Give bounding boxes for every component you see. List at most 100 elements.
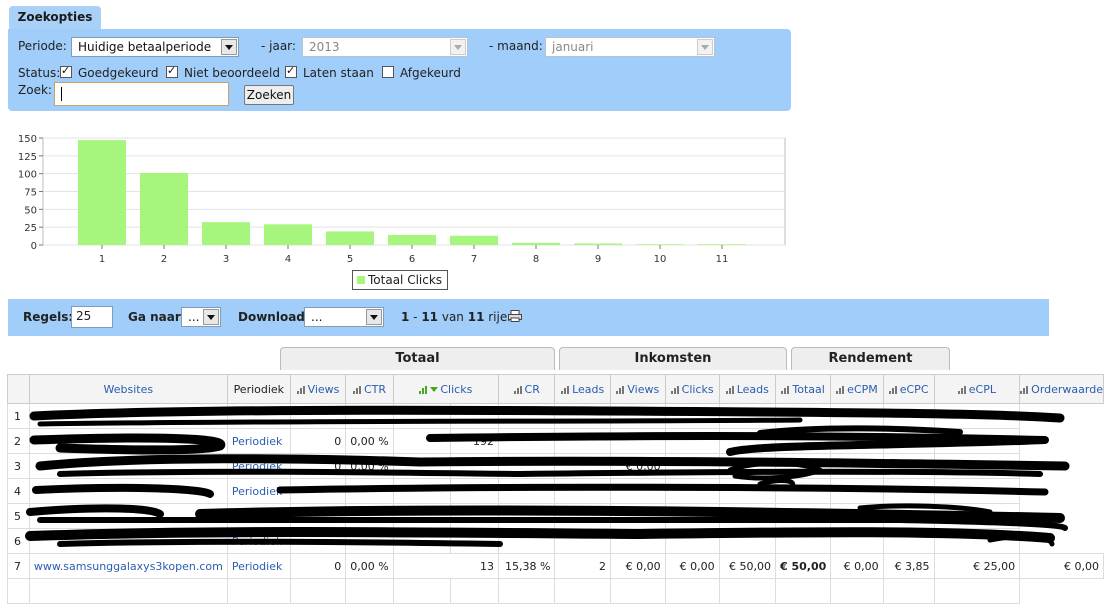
bar bbox=[78, 140, 126, 245]
col-ink-leads-label: Leads bbox=[736, 382, 769, 396]
legend-label: Totaal Clicks bbox=[368, 273, 443, 287]
y-tick-label: 25 bbox=[24, 223, 37, 234]
col-ink-views[interactable]: Views bbox=[609, 374, 666, 404]
status-checkbox-afgekeurd[interactable] bbox=[382, 66, 394, 78]
website-link[interactable]: www.samsunggalaxys3kopen.com bbox=[28, 553, 228, 579]
month-label: - maand: bbox=[489, 39, 543, 53]
col-cr[interactable]: CR bbox=[498, 374, 556, 404]
status-label: Status: bbox=[18, 66, 61, 80]
bar-chart-icon bbox=[296, 385, 305, 394]
col-ecpl-label: eCPL bbox=[968, 382, 996, 396]
col-orderwaarde[interactable]: Orderwaarde bbox=[1019, 374, 1104, 404]
chart-legend: Totaal Clicks bbox=[352, 270, 448, 290]
table-row: 1 bbox=[7, 403, 1104, 429]
status-checkbox-goedgekeurd[interactable] bbox=[60, 64, 72, 78]
search-options-tab[interactable]: Zoekopties bbox=[9, 6, 101, 29]
goto-select[interactable]: ... bbox=[181, 307, 221, 327]
cell-clicks: 13 bbox=[392, 553, 500, 579]
row-range: 1 - 11 van 11 rijen bbox=[401, 310, 515, 324]
results-table: Websites Periodiek Views CTR Clicks CR L… bbox=[7, 374, 1104, 604]
periodiek-link[interactable]: Periodiek bbox=[226, 553, 291, 579]
period-select[interactable]: Huidige betaalperiode bbox=[71, 37, 239, 57]
cell-ctr: 0,00 % bbox=[345, 553, 394, 579]
group-tab-inkomsten: Inkomsten bbox=[559, 347, 787, 370]
group-tab-totaal: Totaal bbox=[280, 347, 555, 370]
month-select-value: januari bbox=[552, 40, 594, 54]
col-ecpm[interactable]: eCPM bbox=[830, 374, 884, 404]
col-periodiek[interactable]: Periodiek bbox=[226, 374, 291, 404]
bar bbox=[450, 235, 498, 245]
table-row: 7 www.samsunggalaxys3kopen.com Periodiek… bbox=[7, 553, 1104, 579]
year-label: - jaar: bbox=[261, 39, 296, 53]
year-select[interactable]: 2013 bbox=[302, 37, 468, 57]
status-label-niet-beoordeeld: Niet beoordeeld bbox=[184, 66, 280, 80]
table-header-row: Websites Periodiek Views CTR Clicks CR L… bbox=[7, 374, 1104, 404]
col-ecpc-label: eCPC bbox=[899, 382, 929, 396]
col-ink-leads[interactable]: Leads bbox=[718, 374, 776, 404]
goto-select-value: ... bbox=[188, 310, 200, 324]
chevron-down-icon[interactable] bbox=[450, 39, 466, 55]
printer-icon[interactable] bbox=[508, 310, 522, 322]
bar bbox=[388, 235, 436, 245]
cell-ink-totaal: € 50,00 bbox=[774, 553, 832, 579]
periodiek-link[interactable]: Periodiek bbox=[226, 453, 291, 479]
bar bbox=[574, 243, 622, 245]
chevron-down-icon[interactable] bbox=[366, 309, 382, 325]
bar-chart-icon bbox=[781, 385, 790, 394]
bar-chart-icon bbox=[616, 385, 625, 394]
table-toolbar: Regels: 25 Ga naar: ... Download: ... 1 … bbox=[8, 299, 1049, 336]
col-ink-totaal[interactable]: Totaal bbox=[774, 374, 832, 404]
status-label-laten-staan: Laten staan bbox=[303, 66, 374, 80]
download-label: Download: bbox=[238, 310, 310, 324]
x-tick-label: 7 bbox=[471, 254, 477, 265]
bar-chart-icon bbox=[513, 385, 522, 394]
chevron-down-icon[interactable] bbox=[221, 39, 237, 55]
table-row: 5 bbox=[7, 503, 1104, 529]
y-tick-label: 75 bbox=[24, 188, 37, 199]
x-tick-label: 3 bbox=[223, 254, 229, 265]
cell-ctr: 0,00 % bbox=[345, 428, 394, 454]
bar-chart-icon bbox=[836, 385, 845, 394]
chevron-down-icon[interactable] bbox=[203, 309, 219, 325]
cell-views: 0 bbox=[289, 428, 347, 454]
cell-ecpl: € 25,00 bbox=[933, 553, 1021, 579]
cell-ink-views: € 0,00 bbox=[609, 453, 666, 479]
download-select[interactable]: ... bbox=[304, 307, 384, 327]
y-tick-label: 150 bbox=[18, 134, 37, 145]
period-select-value: Huidige betaalperiode bbox=[78, 40, 212, 54]
periodiek-link[interactable]: Periodiek bbox=[226, 528, 291, 554]
search-input[interactable] bbox=[54, 82, 229, 106]
bar bbox=[326, 231, 374, 245]
col-ecpc[interactable]: eCPC bbox=[882, 374, 935, 404]
status-checkbox-laten-staan[interactable] bbox=[285, 64, 297, 78]
y-tick-label: 100 bbox=[18, 170, 37, 181]
cell-ink-leads: € 50,00 bbox=[718, 553, 776, 579]
search-button[interactable]: Zoeken bbox=[244, 85, 294, 105]
month-select[interactable]: januari bbox=[545, 37, 715, 57]
chevron-down-icon[interactable] bbox=[697, 39, 713, 55]
col-leads[interactable]: Leads bbox=[554, 374, 611, 404]
x-tick-label: 5 bbox=[347, 254, 353, 265]
col-ecpl[interactable]: eCPL bbox=[933, 374, 1021, 404]
periodiek-link[interactable]: Periodiek bbox=[226, 478, 291, 504]
bar bbox=[202, 222, 250, 245]
cell-orderwaarde: € 0,00 bbox=[1019, 553, 1104, 579]
col-ctr[interactable]: CTR bbox=[345, 374, 394, 404]
col-ink-clicks[interactable]: Clicks bbox=[664, 374, 720, 404]
row-index: 2 bbox=[7, 428, 30, 454]
periodiek-link[interactable]: Periodiek bbox=[226, 428, 291, 454]
x-tick-label: 11 bbox=[716, 254, 729, 265]
col-views[interactable]: Views bbox=[289, 374, 347, 404]
range-of: van bbox=[438, 310, 468, 324]
table-row: 2 Periodiek 0 0,00 % 192 bbox=[7, 428, 1104, 454]
col-clicks[interactable]: Clicks bbox=[392, 374, 500, 404]
status-label-goedgekeurd: Goedgekeurd bbox=[78, 66, 159, 80]
x-tick-label: 2 bbox=[161, 254, 167, 265]
bar bbox=[264, 224, 312, 245]
col-websites[interactable]: Websites bbox=[28, 374, 228, 404]
rows-input[interactable]: 25 bbox=[71, 306, 113, 328]
bar-chart-icon bbox=[725, 385, 734, 394]
cell-ecpm: € 0,00 bbox=[830, 553, 884, 579]
range-end: 11 bbox=[421, 310, 439, 324]
status-checkbox-niet-beoordeeld[interactable] bbox=[166, 64, 178, 78]
